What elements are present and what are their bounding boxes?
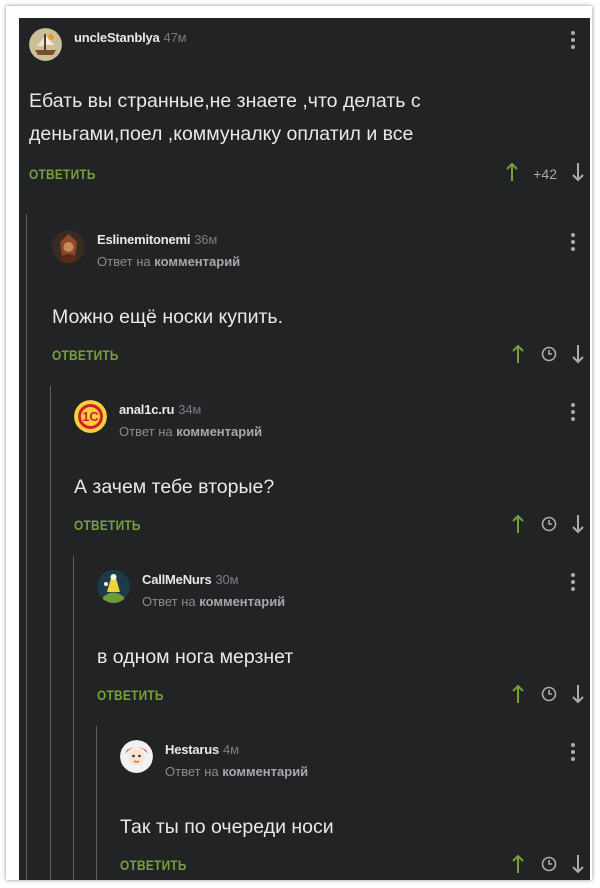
comment-1: uncleStanblya 47м Ебать вы странные,не зн… — [29, 28, 590, 198]
clock-icon[interactable] — [541, 686, 557, 707]
reply-to-label: Ответ на комментарий — [142, 594, 286, 609]
more-menu-icon[interactable] — [567, 403, 579, 423]
comment-text-line: Так ты по очереди носи — [120, 816, 334, 838]
reply-to-link[interactable]: комментарий — [154, 254, 240, 269]
vote-controls — [511, 684, 585, 709]
upvote-icon[interactable] — [511, 854, 525, 879]
comment-time: 36м — [194, 232, 218, 247]
clock-icon[interactable] — [541, 856, 557, 877]
reply-to-link[interactable]: комментарий — [222, 764, 308, 779]
reply-button[interactable]: ОТВЕТИТЬ — [74, 518, 141, 533]
cartoon-avatar[interactable] — [97, 570, 130, 603]
username[interactable]: uncleStanblya 47м — [74, 30, 187, 45]
downvote-icon[interactable] — [571, 854, 585, 879]
comment-5: Hestarus 4м Ответ на комментарий Так ты п… — [120, 740, 590, 880]
username[interactable]: anal1c.ru 34м — [119, 402, 201, 417]
more-menu-icon[interactable] — [567, 573, 579, 593]
upvote-icon[interactable] — [511, 684, 525, 709]
comments-screen: uncleStanblya 47м Ебать вы странные,не зн… — [19, 18, 590, 880]
reply-button[interactable]: ОТВЕТИТЬ — [29, 167, 96, 182]
comment-2: Eslinemitonemi 36м Ответ на комментарий М… — [52, 230, 590, 370]
comment-3: 1С anal1c.ru 34м Ответ на комментарий А з… — [74, 400, 590, 540]
1c-logo-avatar[interactable]: 1С — [74, 400, 107, 433]
comment-4: CallMeNurs 30м Ответ на комментарий в одн… — [97, 570, 590, 710]
downvote-icon[interactable] — [571, 514, 585, 539]
downvote-icon[interactable] — [571, 162, 585, 187]
vote-controls — [511, 854, 585, 879]
comment-text-line: А зачем тебе вторые? — [74, 476, 275, 498]
comment-text: Так ты по очереди носи — [120, 811, 334, 844]
comment-time: 30м — [215, 572, 239, 587]
comment-text: в одном нога мерзнет — [97, 641, 293, 674]
anime-avatar[interactable] — [120, 740, 153, 773]
upvote-icon[interactable] — [511, 344, 525, 369]
ship-avatar[interactable] — [29, 28, 62, 61]
username[interactable]: Hestarus 4м — [165, 742, 239, 757]
comment-score: +42 — [533, 166, 557, 182]
more-menu-icon[interactable] — [567, 743, 579, 763]
upvote-icon[interactable] — [505, 162, 519, 187]
thread-line-level-4 — [96, 726, 97, 880]
reply-to-label: Ответ на комментарий — [165, 764, 309, 779]
vote-controls — [511, 344, 585, 369]
reply-to-label: Ответ на комментарий — [119, 424, 263, 439]
vote-controls — [511, 514, 585, 539]
comment-text-line: Ебать вы странные,не знаете ,что делать … — [29, 90, 421, 112]
comment-text: Ебать вы странные,не знаете ,что делать … — [29, 85, 421, 151]
thread-line-level-3 — [73, 556, 74, 880]
reply-button[interactable]: ОТВЕТИТЬ — [97, 688, 164, 703]
screenshot-frame: uncleStanblya 47м Ебать вы странные,не зн… — [6, 6, 592, 880]
comment-text: А зачем тебе вторые? — [74, 471, 274, 504]
comment-text-line: деньгами,поел ,коммуналку оплатил и все — [29, 123, 414, 145]
more-menu-icon[interactable] — [567, 233, 579, 253]
comment-time: 47м — [163, 30, 187, 45]
reply-button[interactable]: ОТВЕТИТЬ — [52, 348, 119, 363]
username[interactable]: CallMeNurs 30м — [142, 572, 239, 587]
reply-to-label: Ответ на комментарий — [97, 254, 241, 269]
character-avatar[interactable] — [52, 230, 85, 263]
comment-time: 4м — [223, 742, 239, 757]
downvote-icon[interactable] — [571, 344, 585, 369]
clock-icon[interactable] — [541, 516, 557, 537]
svg-text:1С: 1С — [82, 409, 99, 424]
comment-text-line: в одном нога мерзнет — [97, 646, 294, 668]
upvote-icon[interactable] — [511, 514, 525, 539]
comment-time: 34м — [178, 402, 202, 417]
thread-line-level-1 — [26, 214, 27, 880]
more-menu-icon[interactable] — [567, 31, 579, 51]
downvote-icon[interactable] — [571, 684, 585, 709]
vote-controls: +42 — [505, 162, 585, 187]
comment-text: Можно ещё носки купить. — [52, 301, 283, 334]
comment-text-line: Можно ещё носки купить. — [52, 306, 283, 328]
clock-icon[interactable] — [541, 346, 557, 367]
username[interactable]: Eslinemitonemi 36м — [97, 232, 217, 247]
thread-line-level-2 — [50, 386, 51, 880]
reply-button[interactable]: ОТВЕТИТЬ — [120, 858, 187, 873]
reply-to-link[interactable]: комментарий — [199, 594, 285, 609]
reply-to-link[interactable]: комментарий — [176, 424, 262, 439]
